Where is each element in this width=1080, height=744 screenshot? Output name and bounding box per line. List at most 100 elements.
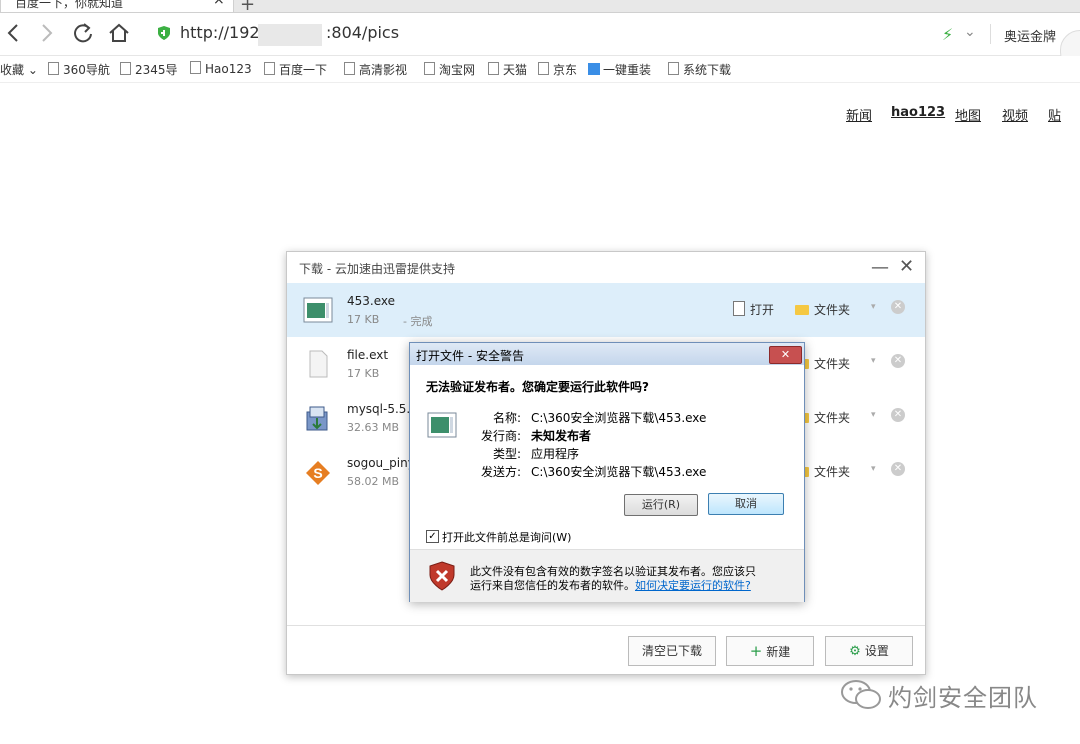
svg-text:S: S <box>313 465 322 481</box>
page-icon <box>120 62 131 75</box>
dropdown-icon[interactable]: ▾ <box>871 464 876 474</box>
remove-icon[interactable]: ✕ <box>891 462 905 476</box>
tab-strip: 百度一下，你就知道 × + <box>0 0 1080 13</box>
bookmark-label: 360导航 <box>63 63 110 77</box>
home-icon[interactable] <box>108 22 130 49</box>
open-file-button[interactable]: 打开 <box>733 301 774 318</box>
windows-icon <box>588 63 600 75</box>
bookmark-favorites-label: 收藏 <box>0 63 25 77</box>
decide-software-link[interactable]: 如何决定要运行的软件? <box>635 579 751 592</box>
open-label: 打开 <box>750 303 775 317</box>
folder-label: 文件夹 <box>814 303 851 317</box>
bookmark-item[interactable]: 淘宝网 <box>424 61 475 78</box>
new-label: 新建 <box>766 645 791 659</box>
toplink-hao123[interactable]: hao123 <box>891 105 945 120</box>
bookmark-item[interactable]: 一键重装 <box>588 61 651 78</box>
bookmark-item[interactable]: 天猫 <box>488 61 527 78</box>
blank-file-icon <box>303 350 333 378</box>
field-value-publisher: 未知发布者 <box>531 429 592 443</box>
back-icon[interactable] <box>6 22 20 49</box>
clear-downloads-button[interactable]: 清空已下载 <box>628 636 716 666</box>
bookmark-label: 系统下载 <box>683 63 732 77</box>
download-filename: 453.exe <box>347 294 396 308</box>
bookmark-label: 天猫 <box>503 63 528 77</box>
bookmark-item[interactable]: Hao123 <box>190 61 252 76</box>
remove-icon[interactable]: ✕ <box>891 354 905 368</box>
toplink-news[interactable]: 新闻 <box>846 105 872 124</box>
folder-label: 文件夹 <box>814 357 851 371</box>
settings-button[interactable]: ⚙ 设置 <box>825 636 913 666</box>
bookmark-label: 一键重装 <box>603 63 652 77</box>
cancel-button[interactable]: 取消 <box>708 493 784 515</box>
watermark-text: 灼剑安全团队 <box>888 684 1038 712</box>
tab-close-icon[interactable]: × <box>213 0 225 8</box>
bookmark-item[interactable]: 京东 <box>538 61 577 78</box>
remove-icon[interactable]: ✕ <box>891 300 905 314</box>
toplink-map[interactable]: 地图 <box>955 105 981 124</box>
always-ask-label[interactable]: 打开此文件前总是询问(W) <box>442 529 571 545</box>
sogou-icon: S <box>303 458 333 486</box>
page-icon <box>190 61 201 74</box>
bookmark-item[interactable]: 系统下载 <box>668 61 731 78</box>
field-value-type: 应用程序 <box>531 447 580 461</box>
warning-titlebar[interactable]: 打开文件 - 安全警告 ✕ <box>410 343 804 365</box>
page-icon <box>538 62 549 75</box>
run-button[interactable]: 运行(R) <box>624 494 698 516</box>
bookmark-item[interactable]: 百度一下 <box>264 61 327 78</box>
forward-icon[interactable] <box>40 22 54 49</box>
divider <box>990 24 991 44</box>
folder-icon <box>795 305 809 315</box>
download-row[interactable]: 453.exe 17 KB - 完成 打开 文件夹 ▾ ✕ <box>287 283 925 337</box>
warning-question: 无法验证发布者。您确定要运行此软件吗? <box>426 380 649 394</box>
bookmark-label: 2345导 <box>135 63 178 77</box>
field-label-name: 名称: <box>492 411 521 425</box>
warning-title: 打开文件 - 安全警告 <box>416 349 524 363</box>
page-icon <box>488 62 499 75</box>
address-url-prefix[interactable]: http://192. <box>180 23 265 42</box>
download-size: 32.63 MB <box>347 421 400 434</box>
bookmark-item[interactable]: 360导航 <box>48 61 110 78</box>
page-icon <box>48 62 59 75</box>
address-url-suffix[interactable]: :804/pics <box>326 23 399 42</box>
wechat-icon <box>840 677 882 716</box>
download-size: 17 KB <box>347 313 380 326</box>
download-titlebar[interactable]: 下载 - 云加速由迅雷提供支持 — ✕ <box>287 252 925 283</box>
chevron-down-icon[interactable]: ⌄ <box>964 24 976 40</box>
field-label-publisher: 发行商: <box>480 429 521 443</box>
download-size: 17 KB <box>347 367 380 380</box>
lightning-icon[interactable]: ⚡ <box>942 25 953 44</box>
settings-label: 设置 <box>864 644 889 658</box>
remove-icon[interactable]: ✕ <box>891 408 905 422</box>
bookmark-item[interactable]: 2345导 <box>120 61 178 78</box>
close-icon[interactable]: ✕ <box>899 256 914 277</box>
security-shield-icon <box>428 561 456 591</box>
tab-title: 百度一下，你就知道 <box>15 0 124 10</box>
folder-label: 文件夹 <box>814 411 851 425</box>
new-tab-button[interactable]: + <box>240 0 255 12</box>
field-label-from: 发送方: <box>480 465 521 479</box>
minimize-icon[interactable]: — <box>871 257 889 278</box>
security-warning-dialog: 打开文件 - 安全警告 ✕ 无法验证发布者。您确定要运行此软件吗? 名称: C:… <box>409 342 805 602</box>
bookmark-item[interactable]: 高清影视 <box>344 61 407 78</box>
dropdown-icon[interactable]: ▾ <box>871 356 876 366</box>
browser-tab[interactable]: 百度一下，你就知道 × <box>0 0 234 12</box>
download-filename: mysql-5.5.2 <box>347 402 418 416</box>
field-value-from: C:\360安全浏览器下载\453.exe <box>531 465 707 479</box>
exe-file-icon <box>303 296 333 324</box>
address-ad-text[interactable]: 奥运金牌 <box>1004 26 1056 45</box>
toplink-tieba[interactable]: 贴 <box>1048 105 1061 124</box>
page-icon <box>424 62 435 75</box>
download-title: 下载 - 云加速由迅雷提供支持 <box>299 262 455 276</box>
reload-icon[interactable] <box>72 22 94 49</box>
open-folder-button[interactable]: 文件夹 <box>795 301 850 318</box>
address-redaction <box>258 24 322 46</box>
page-icon <box>344 62 355 75</box>
new-download-button[interactable]: + 新建 <box>726 636 814 666</box>
bookmark-label: 高清影视 <box>359 63 408 77</box>
dropdown-icon[interactable]: ▾ <box>871 410 876 420</box>
toplink-video[interactable]: 视频 <box>1002 105 1028 124</box>
dropdown-icon[interactable]: ▾ <box>871 302 876 312</box>
bookmark-favorites[interactable]: 收藏 ⌄ <box>0 61 38 78</box>
always-ask-checkbox[interactable]: ✓ <box>426 530 439 543</box>
warning-close-button[interactable]: ✕ <box>769 346 802 364</box>
